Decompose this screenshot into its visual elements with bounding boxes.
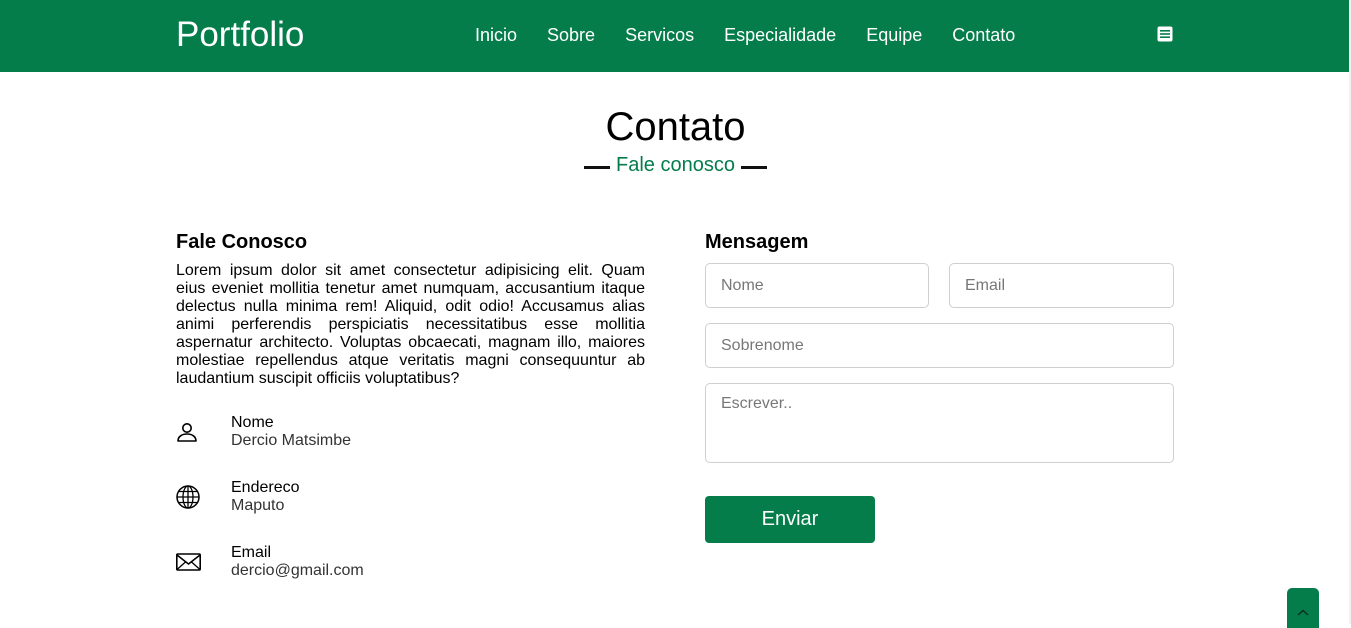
envelope-icon xyxy=(176,553,201,571)
submit-button[interactable]: Enviar xyxy=(705,496,875,543)
info-value-address: Maputo xyxy=(231,497,285,514)
form-heading: Mensagem xyxy=(705,231,809,253)
nav-menu: Inicio Sobre Servicos Especialidade Equi… xyxy=(475,24,1015,46)
nav-link-contato[interactable]: Contato xyxy=(952,24,1015,46)
brand-logo[interactable]: Portfolio xyxy=(176,14,304,56)
section-title: Contato xyxy=(605,105,746,149)
section-subtitle: Fale conosco xyxy=(616,154,735,176)
info-item-address: Endereco Maputo xyxy=(176,479,645,519)
message-textarea[interactable] xyxy=(705,383,1174,463)
info-value-name: Dercio Matsimbe xyxy=(231,432,352,449)
section-subtitle-wrap: Fale conosco xyxy=(0,153,1351,177)
info-label-name: Nome xyxy=(231,414,274,431)
info-item-email: Email dercio@gmail.com xyxy=(176,544,645,584)
chevron-up-icon xyxy=(1297,609,1309,616)
person-icon xyxy=(177,423,197,442)
nav-link-inicio[interactable]: Inicio xyxy=(475,24,517,46)
contact-info-text: Lorem ipsum dolor sit amet consectetur a… xyxy=(176,262,645,387)
nav-link-equipe[interactable]: Equipe xyxy=(866,24,922,46)
contact-form: Mensagem Enviar xyxy=(705,230,1174,543)
globe-icon xyxy=(176,485,200,509)
nav-link-sobre[interactable]: Sobre xyxy=(547,24,595,46)
info-label-address: Endereco xyxy=(231,479,300,496)
nav-link-servicos[interactable]: Servicos xyxy=(625,24,694,46)
info-value-email: dercio@gmail.com xyxy=(231,562,364,579)
email-input[interactable] xyxy=(949,263,1174,308)
contact-info-heading: Fale Conosco xyxy=(176,231,308,253)
list-icon[interactable] xyxy=(1157,26,1173,42)
info-label-email: Email xyxy=(231,544,272,561)
top-navbar: Portfolio Inicio Sobre Servicos Especial… xyxy=(0,0,1351,72)
subtitle-divider-right xyxy=(740,165,767,169)
subtitle-divider-left xyxy=(584,165,611,169)
nav-link-especialidade[interactable]: Especialidade xyxy=(724,24,836,46)
info-item-name: Nome Dercio Matsimbe xyxy=(176,414,645,454)
back-to-top-button[interactable] xyxy=(1287,588,1319,628)
contact-info-column: Fale Conosco Lorem ipsum dolor sit amet … xyxy=(176,230,645,579)
surname-input[interactable] xyxy=(705,323,1174,368)
name-input[interactable] xyxy=(705,263,929,308)
